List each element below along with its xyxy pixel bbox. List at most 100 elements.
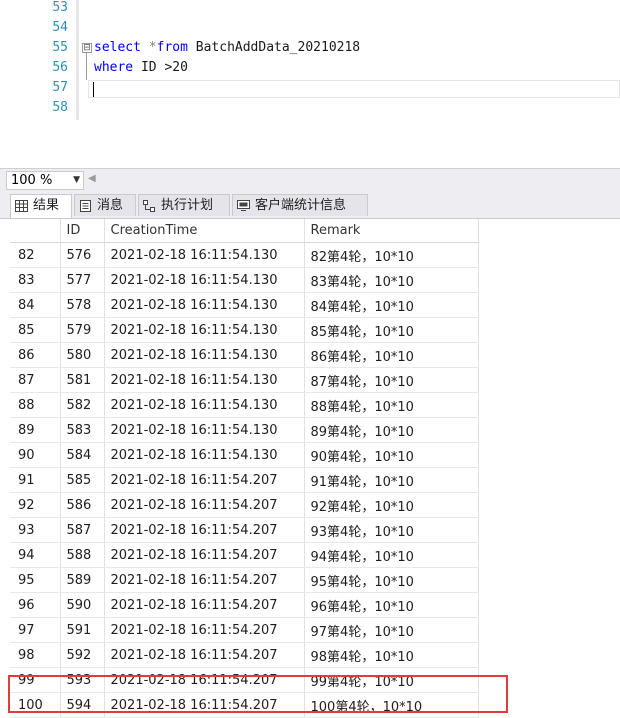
remark-cell[interactable]: 85第4轮，10*10 <box>304 317 479 343</box>
id-cell[interactable]: 578 <box>60 292 105 318</box>
results-grid[interactable]: ID CreationTime Remark 82 576 2021-02-18 1… <box>8 219 620 718</box>
row-number-cell[interactable]: 91 <box>10 467 61 493</box>
remark-cell[interactable]: 84第4轮，10*10 <box>304 292 479 318</box>
id-cell[interactable]: 580 <box>60 342 105 368</box>
creationtime-cell[interactable]: 2021-02-18 16:11:54.130 <box>104 442 305 468</box>
row-number-cell[interactable]: 94 <box>10 542 61 568</box>
table-row[interactable]: 85 579 2021-02-18 16:11:54.130 85第4轮，10*10 <box>10 317 479 343</box>
row-number-cell[interactable]: 83 <box>10 267 61 293</box>
id-cell[interactable]: 589 <box>60 567 105 593</box>
row-number-cell[interactable]: 85 <box>10 317 61 343</box>
creationtime-cell[interactable]: 2021-02-18 16:11:54.207 <box>104 642 305 668</box>
column-header-creationtime[interactable]: CreationTime <box>104 219 305 243</box>
table-row[interactable]: 93 587 2021-02-18 16:11:54.207 93第4轮，10*10 <box>10 517 479 543</box>
remark-cell[interactable]: 82第4轮，10*10 <box>304 242 479 268</box>
id-cell[interactable]: 583 <box>60 417 105 443</box>
sql-code[interactable]: where ID >20 <box>94 58 188 78</box>
remark-cell[interactable]: 92第4轮，10*10 <box>304 492 479 518</box>
zoom-select[interactable]: 100 % ▼ <box>6 171 84 190</box>
table-row[interactable]: 97 591 2021-02-18 16:11:54.207 97第4轮，10*10 <box>10 617 479 643</box>
table-row[interactable]: 98 592 2021-02-18 16:11:54.207 98第4轮，10*10 <box>10 642 479 668</box>
id-cell[interactable]: 584 <box>60 442 105 468</box>
remark-cell[interactable]: 83第4轮，10*10 <box>304 267 479 293</box>
scroll-left-icon[interactable]: ◀ <box>88 173 96 184</box>
remark-cell[interactable]: 91第4轮，10*10 <box>304 467 479 493</box>
table-row[interactable]: 95 589 2021-02-18 16:11:54.207 95第4轮，10*10 <box>10 567 479 593</box>
table-row[interactable]: 88 582 2021-02-18 16:11:54.130 88第4轮，10*10 <box>10 392 479 418</box>
table-row[interactable]: 89 583 2021-02-18 16:11:54.130 89第4轮，10*10 <box>10 417 479 443</box>
table-row[interactable]: 90 584 2021-02-18 16:11:54.130 90第4轮，10*10 <box>10 442 479 468</box>
id-cell[interactable]: 582 <box>60 392 105 418</box>
id-cell[interactable]: 591 <box>60 617 105 643</box>
row-number-cell[interactable]: 84 <box>10 292 61 318</box>
remark-cell[interactable]: 98第4轮，10*10 <box>304 642 479 668</box>
chevron-down-icon[interactable]: ▼ <box>73 172 80 189</box>
id-cell[interactable]: 587 <box>60 517 105 543</box>
horizontal-scrollbar[interactable] <box>100 175 616 185</box>
table-row[interactable]: 83 577 2021-02-18 16:11:54.130 83第4轮，10*10 <box>10 267 479 293</box>
row-number-cell[interactable]: 82 <box>10 242 61 268</box>
id-cell[interactable]: 586 <box>60 492 105 518</box>
id-cell[interactable]: 581 <box>60 367 105 393</box>
table-row[interactable]: 91 585 2021-02-18 16:11:54.207 91第4轮，10*10 <box>10 467 479 493</box>
remark-cell[interactable]: 93第4轮，10*10 <box>304 517 479 543</box>
creationtime-cell[interactable]: 2021-02-18 16:11:54.130 <box>104 267 305 293</box>
creationtime-cell[interactable]: 2021-02-18 16:11:54.130 <box>104 392 305 418</box>
remark-cell[interactable]: 96第4轮，10*10 <box>304 592 479 618</box>
id-cell[interactable]: 579 <box>60 317 105 343</box>
creationtime-cell[interactable]: 2021-02-18 16:11:54.207 <box>104 542 305 568</box>
creationtime-cell[interactable]: 2021-02-18 16:11:54.207 <box>104 467 305 493</box>
table-row[interactable]: 82 576 2021-02-18 16:11:54.130 82第4轮，10*10 <box>10 242 479 268</box>
row-number-cell[interactable]: 87 <box>10 367 61 393</box>
creationtime-cell[interactable]: 2021-02-18 16:11:54.130 <box>104 417 305 443</box>
creationtime-cell[interactable]: 2021-02-18 16:11:54.130 <box>104 242 305 268</box>
tab-messages[interactable]: 消息 <box>74 194 136 216</box>
column-header-remark[interactable]: Remark <box>304 219 479 243</box>
table-row[interactable]: 96 590 2021-02-18 16:11:54.207 96第4轮，10*10 <box>10 592 479 618</box>
tab-execution-plan[interactable]: 执行计划 <box>138 194 230 216</box>
remark-cell[interactable]: 97第4轮，10*10 <box>304 617 479 643</box>
column-header-id[interactable]: ID <box>60 219 105 243</box>
tab-results[interactable]: 结果 <box>10 194 72 218</box>
id-cell[interactable]: 590 <box>60 592 105 618</box>
remark-cell[interactable]: 86第4轮，10*10 <box>304 342 479 368</box>
row-number-cell[interactable]: 89 <box>10 417 61 443</box>
row-number-cell[interactable]: 96 <box>10 592 61 618</box>
tab-client-statistics[interactable]: 客户端统计信息 <box>232 194 368 216</box>
table-row[interactable]: 84 578 2021-02-18 16:11:54.130 84第4轮，10*10 <box>10 292 479 318</box>
id-cell[interactable]: 577 <box>60 267 105 293</box>
row-number-header[interactable] <box>10 219 61 243</box>
creationtime-cell[interactable]: 2021-02-18 16:11:54.130 <box>104 342 305 368</box>
creationtime-cell[interactable]: 2021-02-18 16:11:54.130 <box>104 367 305 393</box>
creationtime-cell[interactable]: 2021-02-18 16:11:54.207 <box>104 592 305 618</box>
table-row[interactable]: 94 588 2021-02-18 16:11:54.207 94第4轮，10*10 <box>10 542 479 568</box>
remark-cell[interactable]: 87第4轮，10*10 <box>304 367 479 393</box>
creationtime-cell[interactable]: 2021-02-18 16:11:54.207 <box>104 492 305 518</box>
creationtime-cell[interactable]: 2021-02-18 16:11:54.207 <box>104 617 305 643</box>
sql-code[interactable]: select *from BatchAddData_20210218 <box>94 38 360 58</box>
id-cell[interactable]: 585 <box>60 467 105 493</box>
creationtime-cell[interactable]: 2021-02-18 16:11:54.130 <box>104 292 305 318</box>
table-row[interactable]: 87 581 2021-02-18 16:11:54.130 87第4轮，10*10 <box>10 367 479 393</box>
collapse-icon[interactable]: ⊟ <box>82 43 92 53</box>
remark-cell[interactable]: 90第4轮，10*10 <box>304 442 479 468</box>
row-number-cell[interactable]: 97 <box>10 617 61 643</box>
row-number-cell[interactable]: 92 <box>10 492 61 518</box>
sql-editor[interactable]: 53 54 55 ⊟ select *from BatchAddData_202… <box>0 0 620 166</box>
row-number-cell[interactable]: 93 <box>10 517 61 543</box>
remark-cell[interactable]: 94第4轮，10*10 <box>304 542 479 568</box>
row-number-cell[interactable]: 98 <box>10 642 61 668</box>
row-number-cell[interactable]: 88 <box>10 392 61 418</box>
row-number-cell[interactable]: 90 <box>10 442 61 468</box>
creationtime-cell[interactable]: 2021-02-18 16:11:54.207 <box>104 567 305 593</box>
creationtime-cell[interactable]: 2021-02-18 16:11:54.207 <box>104 517 305 543</box>
creationtime-cell[interactable]: 2021-02-18 16:11:54.130 <box>104 317 305 343</box>
id-cell[interactable]: 588 <box>60 542 105 568</box>
remark-cell[interactable]: 89第4轮，10*10 <box>304 417 479 443</box>
remark-cell[interactable]: 95第4轮，10*10 <box>304 567 479 593</box>
table-row[interactable]: 92 586 2021-02-18 16:11:54.207 92第4轮，10*10 <box>10 492 479 518</box>
row-number-cell[interactable]: 86 <box>10 342 61 368</box>
row-number-cell[interactable]: 95 <box>10 567 61 593</box>
id-cell[interactable]: 592 <box>60 642 105 668</box>
remark-cell[interactable]: 88第4轮，10*10 <box>304 392 479 418</box>
